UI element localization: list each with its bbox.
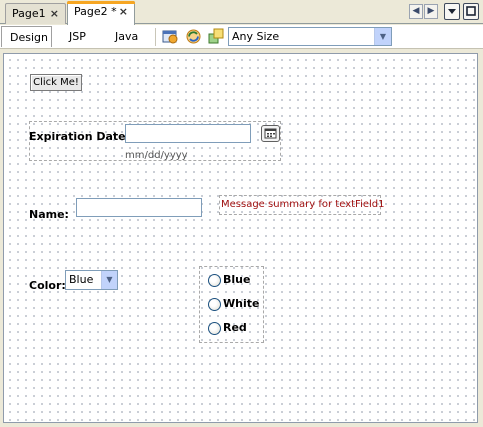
tab-design[interactable]: Design <box>1 26 52 47</box>
radio-button-icon <box>208 274 221 287</box>
refresh-icon[interactable] <box>185 28 202 45</box>
radio-button-icon <box>208 322 221 335</box>
expiration-date-input[interactable] <box>125 124 251 143</box>
tab-label: Page2 * <box>74 5 117 18</box>
tab-java[interactable]: Java <box>107 26 146 47</box>
show-virtual-forms-icon[interactable] <box>208 28 225 45</box>
chevron-down-icon: ▼ <box>374 28 391 45</box>
tab-page2[interactable]: Page2 * × <box>67 1 135 25</box>
page-size-value: Any Size <box>232 30 280 43</box>
message-summary: Message summary for textField1 <box>221 199 385 210</box>
radio-label: Red <box>223 321 247 334</box>
chevron-left-icon[interactable]: ◀ <box>409 4 423 19</box>
tab-label: Page1 <box>12 7 46 20</box>
name-label: Name: <box>29 208 69 221</box>
chevron-down-icon: ▼ <box>101 271 117 289</box>
chevron-down-icon[interactable] <box>444 3 460 20</box>
preview-in-browser-icon[interactable] <box>162 28 179 45</box>
design-canvas[interactable] <box>3 53 478 423</box>
chevron-right-icon[interactable]: ▶ <box>424 4 438 19</box>
color-dropdown-value: Blue <box>69 273 94 286</box>
tab-jsp[interactable]: JSP <box>61 26 94 47</box>
name-input[interactable] <box>76 198 202 217</box>
color-label: Color: <box>29 279 66 292</box>
close-icon[interactable]: × <box>50 7 59 20</box>
maximize-icon[interactable] <box>463 3 479 20</box>
view-tab-label: Java <box>115 30 139 43</box>
expiration-date-hint: mm/dd/yyyy <box>125 150 188 161</box>
close-icon[interactable]: × <box>119 5 128 18</box>
radio-label: Blue <box>223 273 251 286</box>
expiration-date-label: Expiration Date: <box>29 130 131 143</box>
calendar-icon[interactable] <box>261 125 280 142</box>
click-me-button[interactable]: Click Me! <box>30 74 82 91</box>
click-me-label: Click Me! <box>33 77 79 88</box>
page-size-select[interactable]: Any Size ▼ <box>228 27 392 46</box>
view-tab-label: Design <box>10 31 48 44</box>
tab-page1[interactable]: Page1 × <box>5 3 66 24</box>
view-tab-label: JSP <box>69 30 86 43</box>
toolbar-separator <box>155 28 156 46</box>
radio-button-icon <box>208 298 221 311</box>
color-dropdown[interactable]: Blue ▼ <box>65 270 118 290</box>
radio-label: White <box>223 297 260 310</box>
